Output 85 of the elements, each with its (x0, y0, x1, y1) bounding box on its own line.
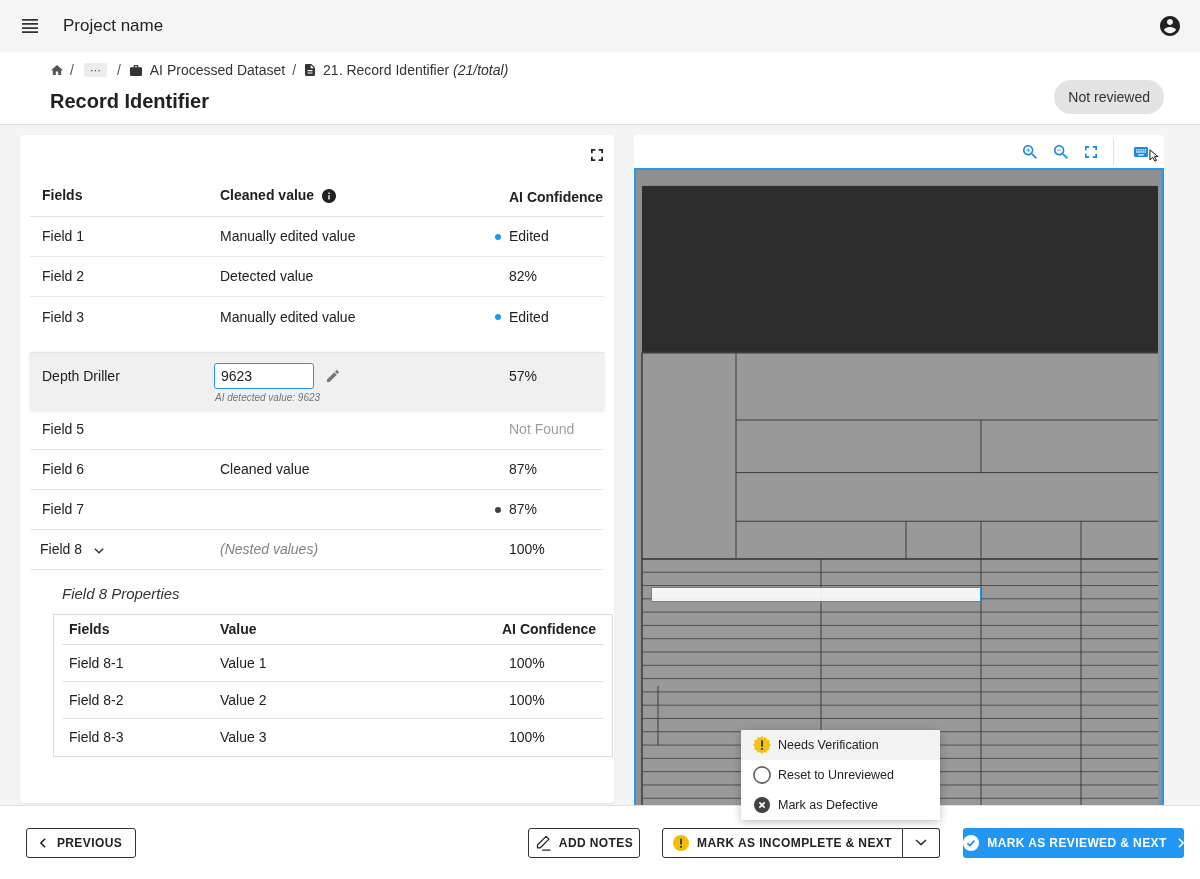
check-circle-icon (963, 834, 980, 851)
field-name: Field 2 (42, 267, 85, 286)
column-header: AI Confidence (509, 188, 604, 207)
mark-incomplete-button[interactable]: MARK AS INCOMPLETE & NEXT (662, 827, 903, 858)
cell-value: Detected value (220, 267, 314, 286)
field-name: Field 1 (42, 227, 85, 246)
field-name: Field 8-1 (68, 653, 125, 673)
app-title: Project name (63, 15, 164, 38)
zoom-in-icon[interactable] (1023, 144, 1037, 159)
field-name: Field 3 (42, 307, 85, 327)
circle-outline-icon (753, 766, 771, 784)
column-header: Cleaned value (220, 186, 315, 205)
field-name: Field 8-3 (68, 728, 125, 747)
field-name: Field 5 (42, 420, 85, 439)
page-title: Record Identifier (50, 89, 210, 114)
field-name: Depth Driller (42, 366, 120, 386)
confidence-value: 100% (508, 728, 546, 747)
confidence-value: 82% (509, 267, 538, 286)
ai-detected-hint: AI detected value: 9623 (215, 392, 321, 404)
confidence-value: 87% (509, 500, 538, 519)
cell-value: Manually edited value (220, 307, 356, 327)
cell-value: Cleaned value (220, 460, 310, 479)
previous-button[interactable]: PREVIOUS (26, 827, 136, 858)
breadcrumb-separator: / (70, 60, 74, 80)
column-header: Value (219, 620, 258, 639)
column-header: Fields (68, 620, 111, 639)
warning-icon (673, 834, 690, 851)
column-header: AI Confidence (501, 620, 598, 639)
breadcrumb-link[interactable]: AI Processed Dataset (129, 59, 286, 81)
nested-section-title: Field 8 Properties (61, 584, 181, 604)
breadcrumb-more-button[interactable]: ··· (83, 63, 107, 77)
dropdown-toggle-button[interactable] (903, 827, 940, 858)
menu-item[interactable]: Needs Verification (741, 730, 940, 760)
table-row[interactable]: Field 8 (Nested values) 100% (30, 530, 604, 570)
table-row[interactable]: Field 6 Cleaned value 87% (30, 450, 604, 490)
confidence-value: 57% (509, 366, 538, 386)
menu-item[interactable]: Reset to Unreviewed (741, 760, 940, 790)
cell-value: Value 1 (219, 653, 268, 673)
briefcase-icon (129, 64, 142, 76)
field-name: Field 6 (42, 460, 85, 479)
field-name: Field 7 (42, 500, 85, 519)
breadcrumb-separator: / (116, 60, 121, 80)
mouse-pointer-icon (1149, 149, 1159, 162)
chevron-down-icon[interactable] (94, 548, 105, 554)
confidence-value: Not Found (509, 420, 575, 439)
table-row[interactable]: Field 3 Manually edited value Edited (30, 297, 604, 337)
cell-value: (Nested values) (220, 540, 319, 559)
field-name: Field 8 (40, 540, 83, 559)
table-row[interactable]: Field 2 Detected value 82% (30, 257, 604, 297)
pencil-icon[interactable] (327, 370, 339, 382)
confidence-value: 87% (509, 460, 538, 479)
menu-item[interactable]: Mark as Defective (741, 790, 940, 820)
column-header: Fields (42, 186, 83, 205)
breadcrumb-link[interactable]: 21. Record Identifier (21/total) (305, 59, 509, 81)
chevron-left-icon (39, 837, 46, 848)
pencil-icon (534, 834, 551, 851)
add-notes-button[interactable]: ADD NOTES (528, 827, 640, 858)
confidence-value: 100% (508, 690, 546, 710)
confidence-value: Edited (509, 227, 549, 246)
cell-value: Value 2 (219, 690, 268, 710)
breadcrumb-separator: / (292, 60, 297, 80)
document-icon (305, 64, 316, 76)
zoom-out-icon[interactable] (1054, 144, 1068, 159)
table-row[interactable]: Depth Driller 9623 AI detected value: 9623 57% (30, 352, 604, 410)
table-row[interactable]: Field 1 Manually edited value Edited (30, 217, 604, 257)
account-icon[interactable] (1160, 16, 1180, 36)
chevron-right-icon (1177, 837, 1184, 848)
cell-value: Value 3 (219, 728, 268, 747)
field-name: Field 8-2 (68, 690, 125, 710)
info-icon[interactable] (322, 188, 337, 203)
close-circle-icon (754, 797, 770, 813)
review-status-badge: Not reviewed (1054, 80, 1164, 114)
fullscreen-icon[interactable] (591, 149, 603, 161)
confidence-value: 100% (508, 653, 546, 673)
table-row[interactable]: Field 7 87% (30, 490, 604, 530)
home-icon[interactable] (51, 65, 63, 75)
confidence-value: 100% (509, 540, 545, 559)
value-input[interactable]: 9623 (214, 363, 314, 389)
cell-value: Manually edited value (220, 227, 356, 246)
keyboard-icon[interactable] (1134, 146, 1148, 157)
menu-icon[interactable] (22, 19, 38, 33)
confidence-value: Edited (509, 307, 549, 327)
warning-badge-icon (753, 736, 771, 754)
chevron-down-icon (915, 839, 927, 846)
table-row[interactable]: Field 5 Not Found (30, 410, 604, 450)
